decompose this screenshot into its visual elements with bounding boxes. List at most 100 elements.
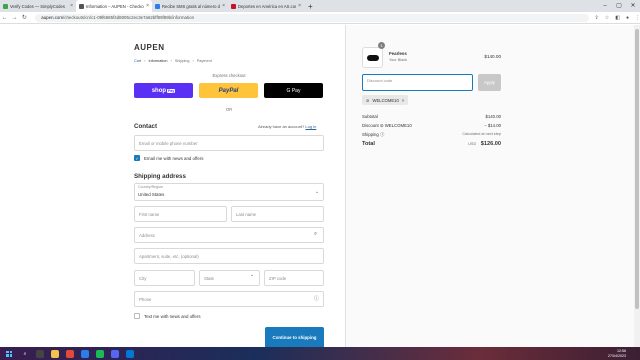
applied-discount-chip: ⊘ WELCOME10 ×: [362, 95, 409, 105]
url-host: aupen.com: [41, 14, 64, 20]
tab-recibe-sms[interactable]: Recibe SMS gratis al número de ×: [152, 0, 228, 12]
shipping-label: Shipping: [362, 132, 379, 137]
express-checkout-label: Express checkout: [212, 73, 246, 78]
url-path: /checkouts/cn/c1-09f6685f4d8005c2ec3e7a6…: [63, 14, 195, 20]
city-field[interactable]: City: [134, 270, 195, 286]
system-tray-clock[interactable]: 12:56 27/04/2023: [608, 347, 626, 358]
reload-icon[interactable]: ↻: [20, 14, 30, 21]
google-pay-button[interactable]: G Pay: [264, 83, 323, 98]
window-controls: – ▢ ✕: [598, 0, 640, 12]
discount-code-input[interactable]: Discount code: [362, 74, 473, 91]
maximize-icon[interactable]: ▢: [612, 0, 626, 12]
login-link[interactable]: Log in: [305, 124, 316, 129]
address-field[interactable]: Address: [134, 227, 324, 243]
breadcrumb-payment: Payment: [196, 59, 212, 63]
edge-icon[interactable]: [81, 349, 89, 358]
remove-discount-icon[interactable]: ×: [402, 98, 404, 103]
extensions-icon[interactable]: ◧: [615, 15, 620, 21]
checkbox-unchecked-icon[interactable]: [134, 313, 140, 319]
back-icon[interactable]: ←: [0, 15, 10, 21]
google-pay-text: G Pay: [286, 87, 301, 94]
last-name-field[interactable]: Last name: [231, 206, 324, 222]
shop-pay-button[interactable]: shop Pay: [134, 83, 193, 98]
apartment-field[interactable]: Apartment, suite, etc. (optional): [134, 248, 324, 264]
store-icon[interactable]: [126, 349, 134, 358]
paypal-button[interactable]: PayPal: [199, 83, 258, 98]
product-variant: Your Black: [389, 58, 408, 62]
tab-aupen-checkout[interactable]: Information – AUPEN - Checkout ×: [76, 0, 152, 12]
first-name-placeholder: First name: [139, 211, 160, 217]
or-divider: OR: [225, 107, 233, 112]
breadcrumb-cart[interactable]: Cart: [134, 59, 141, 63]
paypal-text: PayPal: [218, 87, 239, 94]
breadcrumb: Cart › Information › Shipping › Payment: [134, 59, 212, 63]
text-news-checkbox-row[interactable]: Text me with news and offers: [134, 313, 201, 319]
shipping-value: Calculated at next step: [462, 132, 501, 136]
shipping-row: Shipping ⓘ Calculated at next step: [362, 132, 501, 138]
email-field[interactable]: Email or mobile phone number: [134, 135, 324, 151]
discount-code-label: WELCOME10: [384, 123, 412, 128]
close-tab-icon[interactable]: ×: [222, 3, 225, 9]
state-placeholder: State: [204, 275, 215, 281]
tab-as-com[interactable]: Deportes en América en AS.com ×: [228, 0, 304, 12]
tab-title: Recibe SMS gratis al número de: [162, 3, 220, 9]
tag-icon: ⊘: [366, 97, 370, 103]
checkbox-checked-icon[interactable]: ✓: [134, 155, 140, 161]
close-tab-icon[interactable]: ×: [298, 3, 301, 9]
sms-favicon-icon: [155, 3, 160, 9]
chevron-down-icon: ⌄: [250, 272, 255, 278]
minimize-icon[interactable]: –: [598, 0, 612, 12]
search-icon[interactable]: ⌕: [21, 350, 29, 358]
discount-label: Discount: [362, 123, 379, 128]
close-tab-icon[interactable]: ×: [146, 3, 149, 9]
tab-title: Verify Codes — SimplyCodes: [10, 3, 65, 9]
country-label: Country/Region: [138, 185, 163, 189]
discount-row: Discount ⊘ WELCOME10 − $14.00: [362, 123, 501, 129]
address-bar: ← → ↻ aupen.com/checkouts/cn/c1-09f6685f…: [0, 12, 640, 24]
new-tab-button[interactable]: +: [308, 2, 313, 11]
forward-icon[interactable]: →: [10, 15, 20, 21]
store-logo[interactable]: AUPEN: [134, 43, 165, 52]
url-input[interactable]: aupen.com/checkouts/cn/c1-09f6685f4d8005…: [35, 13, 589, 22]
spotify-icon[interactable]: [96, 349, 104, 358]
page-scrollbar[interactable]: [634, 25, 640, 347]
windows-taskbar: ⌕ 12:56 27/04/2023: [0, 347, 640, 360]
product-name: Fearless: [389, 51, 407, 56]
close-tab-icon[interactable]: ×: [70, 3, 73, 9]
first-name-field[interactable]: First name: [134, 206, 227, 222]
simplycodes-favicon-icon: [3, 3, 8, 9]
email-news-label: Email me with news and offers: [144, 155, 204, 161]
chevron-right-icon: ›: [192, 59, 194, 63]
zip-code-field[interactable]: ZIP code: [264, 270, 324, 286]
last-name-placeholder: Last name: [236, 211, 257, 217]
profile-icon[interactable]: ●: [626, 15, 629, 21]
email-placeholder: Email or mobile phone number: [139, 140, 198, 146]
apply-discount-button[interactable]: Apply: [478, 74, 501, 91]
quantity-badge: 1: [378, 42, 385, 49]
scrollbar-thumb[interactable]: [635, 29, 639, 309]
continue-to-shipping-button[interactable]: Continue to shipping: [265, 327, 324, 347]
applied-code: WELCOME10: [372, 97, 399, 103]
phone-field[interactable]: Phone: [134, 291, 324, 307]
close-window-icon[interactable]: ✕: [626, 0, 640, 12]
product-thumbnail: [362, 47, 383, 68]
task-view-icon[interactable]: [36, 349, 44, 358]
bookmark-star-icon[interactable]: ☆: [605, 15, 609, 21]
menu-kebab-icon[interactable]: ⋮: [635, 15, 640, 21]
breadcrumb-shipping: Shipping: [174, 59, 190, 63]
login-prompt: Already have an account? Log in: [258, 124, 316, 129]
email-news-checkbox-row[interactable]: ✓ Email me with news and offers: [134, 155, 203, 161]
chevron-right-icon: ›: [144, 59, 146, 63]
chrome-icon[interactable]: [66, 349, 74, 358]
help-question-icon[interactable]: ⓘ: [314, 295, 319, 302]
help-question-icon[interactable]: ⓘ: [380, 132, 384, 137]
windows-start-icon[interactable]: [4, 349, 14, 359]
subtotal-row: Subtotal $140.00: [362, 114, 501, 119]
phone-placeholder: Phone: [139, 296, 152, 302]
tab-simplycodes[interactable]: Verify Codes — SimplyCodes ×: [0, 0, 76, 12]
share-icon[interactable]: ⇪: [595, 15, 599, 21]
apartment-placeholder: Apartment, suite, etc. (optional): [139, 253, 199, 259]
clock-date: 27/04/2023: [608, 353, 626, 358]
file-explorer-icon[interactable]: [51, 349, 59, 358]
discord-icon[interactable]: [111, 349, 119, 358]
